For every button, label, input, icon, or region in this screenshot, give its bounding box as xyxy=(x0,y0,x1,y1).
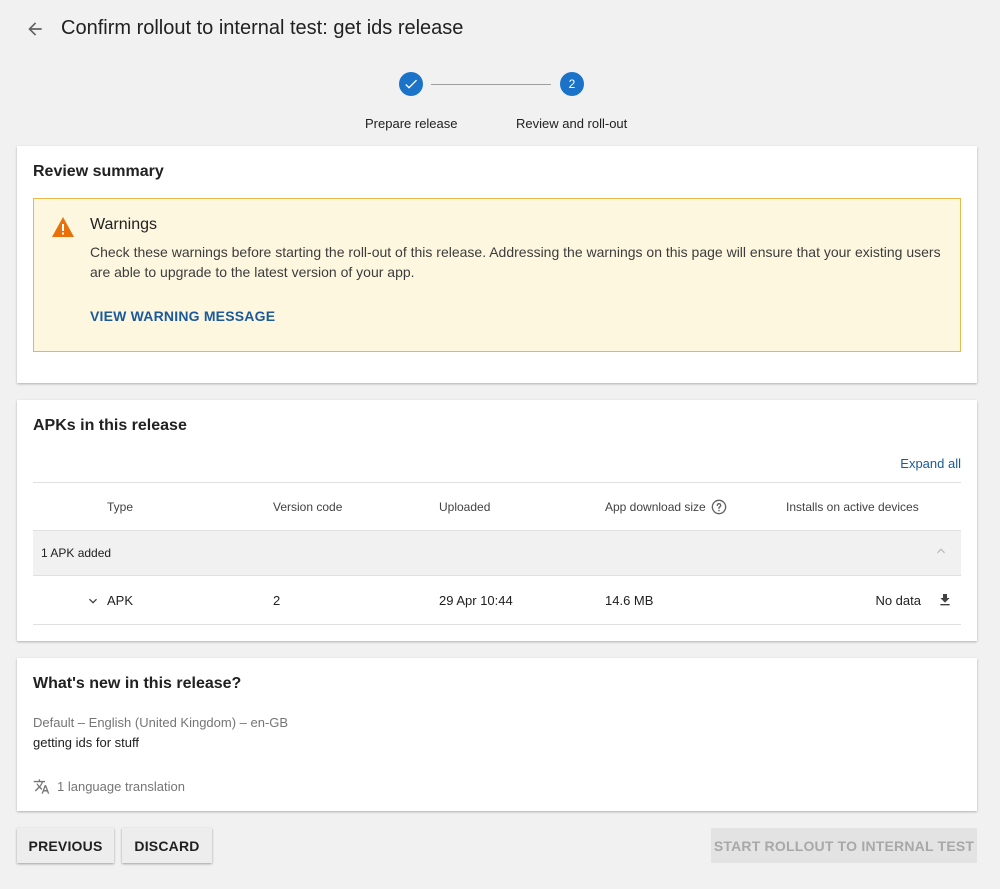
warning-panel: Warnings Check these warnings before sta… xyxy=(33,198,961,352)
column-uploaded: Uploaded xyxy=(439,500,491,514)
translate-icon xyxy=(33,778,50,794)
expand-all-link[interactable]: Expand all xyxy=(900,456,961,471)
page-header: Confirm rollout to internal test: get id… xyxy=(0,0,1000,60)
translations-count: 1 language translation xyxy=(57,778,185,794)
warning-text: Check these warnings before starting the… xyxy=(90,244,941,280)
download-icon[interactable] xyxy=(937,592,953,608)
previous-button[interactable]: PREVIOUS xyxy=(17,828,114,863)
column-download-size: App download size xyxy=(605,499,727,515)
discard-button[interactable]: DISCARD xyxy=(122,828,212,863)
arrow-back-icon xyxy=(28,22,42,36)
column-installs: Installs on active devices xyxy=(786,500,919,514)
cell-version-code: 2 xyxy=(273,593,281,608)
table-header: Type Version code Uploaded App download … xyxy=(33,482,961,531)
release-notes-text: getting ids for stuff xyxy=(33,735,139,750)
cell-size: 14.6 MB xyxy=(605,593,654,608)
start-rollout-button[interactable]: START ROLLOUT TO INTERNAL TEST xyxy=(711,828,977,863)
apks-table: Type Version code Uploaded App download … xyxy=(33,482,961,625)
chevron-down-icon[interactable] xyxy=(85,593,101,609)
apk-group-label: 1 APK added xyxy=(41,546,112,560)
column-version-code: Version code xyxy=(273,500,343,514)
translations-link[interactable]: 1 language translation xyxy=(33,777,185,795)
review-summary-title: Review summary xyxy=(33,163,164,180)
cell-type: APK xyxy=(107,593,134,608)
review-summary-card: Review summary Warnings Check these warn… xyxy=(17,146,977,383)
cell-uploaded: 29 Apr 10:44 xyxy=(439,593,513,608)
step-label-prepare: Prepare release xyxy=(365,116,458,131)
check-icon xyxy=(405,79,417,89)
column-type: Type xyxy=(107,500,134,514)
whats-new-title: What's new in this release? xyxy=(33,675,242,692)
table-row: APK 2 29 Apr 10:44 14.6 MB No data xyxy=(33,576,961,625)
apks-card: APKs in this release Expand all Type Ver… xyxy=(17,400,977,641)
warning-title: Warnings xyxy=(90,216,157,233)
step-label-review: Review and roll-out xyxy=(516,116,628,131)
column-download-size-label: App download size xyxy=(605,500,706,514)
warning-icon xyxy=(52,217,74,237)
chevron-up-icon[interactable] xyxy=(933,543,949,559)
view-warning-message-link[interactable]: VIEW WARNING MESSAGE xyxy=(90,308,275,324)
page-title: Confirm rollout to internal test: get id… xyxy=(61,17,464,39)
step-completed-marker xyxy=(399,72,423,96)
step-active-marker: 2 xyxy=(560,72,584,96)
back-button[interactable] xyxy=(22,16,48,42)
release-notes-language: Default – English (United Kingdom) – en-… xyxy=(33,715,289,730)
apk-group-row[interactable]: 1 APK added xyxy=(33,531,961,576)
help-icon[interactable] xyxy=(711,499,727,515)
apks-title: APKs in this release xyxy=(33,417,187,434)
cell-installs: No data xyxy=(875,593,921,608)
stepper-connector xyxy=(431,84,551,85)
whats-new-card: What's new in this release? Default – En… xyxy=(17,658,977,811)
stepper: 2 Prepare release Review and roll-out xyxy=(0,70,1000,140)
